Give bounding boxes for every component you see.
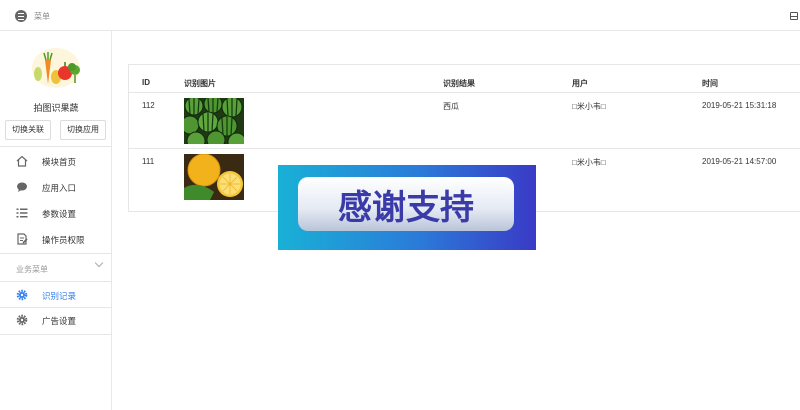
sidebar-item-ads[interactable]: 广告设置 [0,307,112,333]
sidebar-item-label: 操作员权限 [42,235,85,245]
column-header-time: 时间 [702,79,718,88]
sidebar-item-label: 识别记录 [42,291,77,301]
orange-photo [184,154,244,200]
divider [0,334,112,335]
cell-result: 西瓜 [443,102,459,111]
thanks-banner: 感谢支持 [278,165,536,250]
banner-text: 感谢支持 [338,188,474,228]
sidebar-item-entry[interactable]: 应用入口 [0,174,112,200]
sidebar-item-label: 广告设置 [42,316,77,326]
home-icon [16,155,28,167]
app-name: 拍图识果蔬 [33,103,79,113]
document-edit-icon [17,233,28,245]
sidebar-item-label: 应用入口 [42,183,77,193]
table-header: ID 识别图片 识别结果 用户 时间 [129,65,800,93]
switch-link-button[interactable]: 切换关联 [5,120,51,140]
column-header-result: 识别结果 [443,79,475,88]
cell-user: □米小韦□ [572,102,606,111]
table-row[interactable]: 112 西瓜 □米小韦□ 2019-05-21 15:31:18 [129,94,800,149]
column-header-id: ID [142,78,150,87]
chat-icon [17,182,27,192]
column-header-user: 用户 [572,79,588,88]
menu-label[interactable]: 菜单 [34,11,50,22]
sidebar-item-home[interactable]: 模块首页 [0,148,112,174]
top-bar: 菜单 [0,0,800,31]
watermelon-photo [184,98,244,144]
cell-id: 112 [142,101,155,110]
column-header-image: 识别图片 [184,79,216,88]
fruit-logo [32,48,80,88]
cell-time: 2019-05-21 14:57:00 [702,157,777,166]
cell-user: □米小韦□ [572,158,606,167]
sidebar-item-label: 参数设置 [42,209,77,219]
list-settings-icon [16,208,28,218]
gear-icon [16,289,28,301]
window-icon[interactable] [790,12,798,20]
switch-app-button[interactable]: 切换应用 [60,120,106,140]
divider [0,146,112,147]
sidebar-item-records[interactable]: 识别记录 [0,282,112,308]
cell-id: 111 [142,157,155,166]
sidebar-item-params[interactable]: 参数设置 [0,200,112,226]
cell-time: 2019-05-21 15:31:18 [702,101,777,110]
chevron-down-icon[interactable] [94,258,104,268]
sidebar-item-operators[interactable]: 操作员权限 [0,226,112,252]
sidebar-item-label: 模块首页 [42,157,77,167]
group-label[interactable]: 业务菜单 [16,264,48,275]
gear-icon [16,314,28,326]
sidebar: 拍图识果蔬 切换关联 切换应用 模块首页 应用入口 参数设置 操作员权限 业务菜… [0,31,112,410]
menu-icon[interactable] [15,10,27,22]
divider [0,253,112,254]
